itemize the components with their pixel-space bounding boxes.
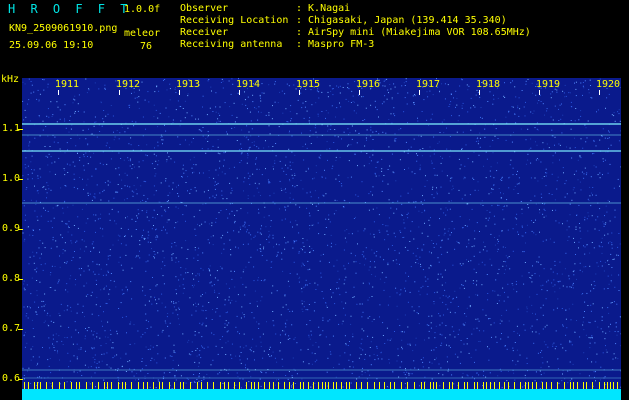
file-name: KN9_2509061910.png (9, 23, 118, 34)
plot-background (22, 78, 621, 390)
receiver-label: Receiver (180, 27, 229, 38)
x-tick-mark (479, 90, 480, 95)
x-tick-mark (299, 90, 300, 95)
station-name: meleor (124, 28, 161, 39)
app-title: H R O F F T (8, 2, 132, 16)
spectrogram-canvas (22, 78, 621, 390)
x-tick-mark (539, 90, 540, 95)
observer-label: Observer (180, 3, 229, 14)
signal-strip (22, 389, 621, 400)
location-label: Receiving Location (180, 15, 289, 26)
x-tick-label: 1912 (116, 79, 141, 90)
y-tick-mark (18, 179, 23, 180)
app-version: 1.0.0f (124, 4, 161, 15)
y-tick-mark (18, 229, 23, 230)
y-tick-label: 1.1 (1, 123, 20, 134)
x-tick-mark (58, 90, 59, 95)
x-tick-mark (599, 90, 600, 95)
x-tick-mark (359, 90, 360, 95)
y-tick-mark (18, 379, 23, 380)
spectrogram-plot (22, 78, 621, 390)
observer-value: : K.Nagai (296, 3, 351, 14)
receiver-value: : AirSpy mini (Miakejima VOR 108.65MHz) (296, 27, 531, 38)
y-tick-mark (18, 129, 23, 130)
location-value: : Chigasaki, Japan (139.414 35.340) (296, 15, 507, 26)
x-tick-label: 1920 (596, 79, 621, 90)
y-tick-label: 0.9 (1, 223, 20, 234)
x-tick-mark (179, 90, 180, 95)
spectrogram-window: H R O F F T 1.0.0f KN9_2509061910.png me… (0, 0, 629, 400)
y-tick-label: 0.7 (1, 323, 20, 334)
x-tick-mark (419, 90, 420, 95)
antenna-label: Receiving antenna (180, 39, 283, 50)
x-tick-label: 1919 (536, 79, 561, 90)
x-tick-mark (119, 90, 120, 95)
detection-count: 76 (140, 41, 153, 52)
capture-datetime: 25.09.06 19:10 (9, 40, 94, 51)
y-tick-label: 1.0 (1, 173, 20, 184)
y-tick-mark (18, 279, 23, 280)
y-tick-label: 0.6 (1, 373, 20, 384)
x-tick-label: 1914 (236, 79, 261, 90)
y-axis-unit: kHz (1, 74, 20, 85)
x-tick-label: 1918 (476, 79, 501, 90)
x-tick-label: 1916 (356, 79, 381, 90)
y-tick-mark (18, 329, 23, 330)
x-tick-mark (239, 90, 240, 95)
x-tick-label: 1915 (296, 79, 321, 90)
antenna-value: : Maspro FM-3 (296, 39, 375, 50)
y-tick-label: 0.8 (1, 273, 20, 284)
x-tick-label: 1917 (416, 79, 441, 90)
x-tick-label: 1911 (55, 79, 80, 90)
x-tick-label: 1913 (176, 79, 201, 90)
